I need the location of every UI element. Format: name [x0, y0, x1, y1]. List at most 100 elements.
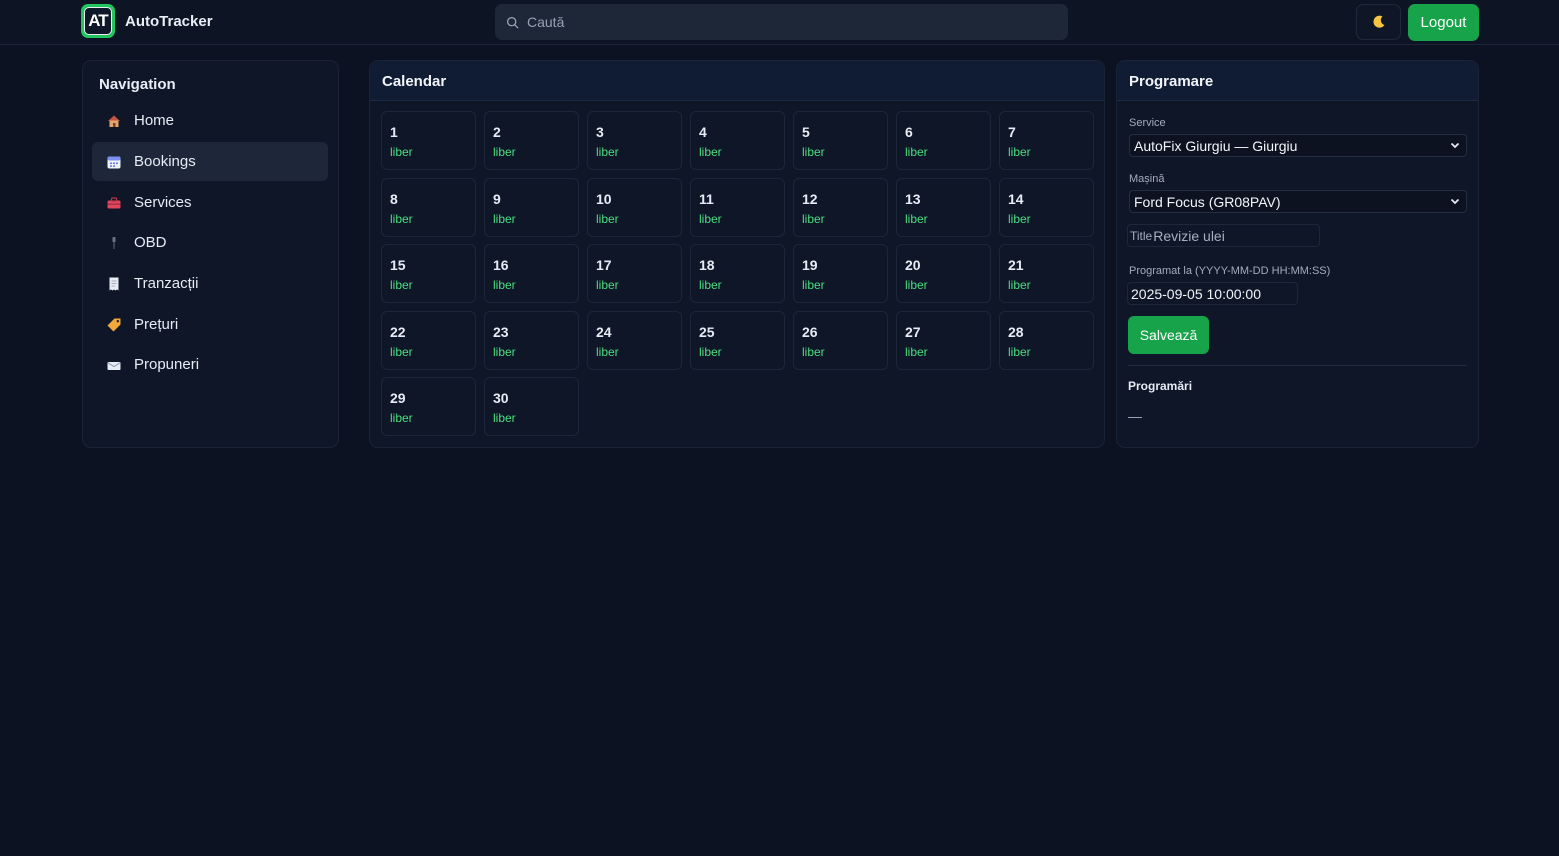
- car-select[interactable]: Ford Focus (GR08PAV): [1129, 190, 1467, 213]
- day-status: liber: [390, 145, 413, 159]
- chevron-down-icon: [1450, 142, 1460, 149]
- day-number: 16: [493, 257, 509, 273]
- day-number: 12: [802, 190, 818, 207]
- nav-label: Propuneri: [134, 356, 200, 373]
- calendar-day[interactable]: 19 liber: [793, 244, 888, 303]
- calendar-day[interactable]: 18 liber: [690, 244, 785, 303]
- calendar-day[interactable]: 20 liber: [896, 244, 991, 303]
- envelope-icon: [106, 357, 122, 373]
- car-label: Mașină: [1129, 173, 1165, 185]
- calendar-day[interactable]: 24 liber: [587, 310, 682, 370]
- booking-form-panel: Programare Service AutoFix Giurgiu — Giu…: [1116, 60, 1479, 448]
- calendar-day[interactable]: 10 liber: [587, 177, 682, 237]
- calendar-day[interactable]: 15 liber: [381, 244, 476, 303]
- top-bar: AT AutoTracker Logout: [0, 0, 1559, 45]
- divider: [1128, 365, 1467, 366]
- nav-item-propuneri[interactable]: Propuneri: [92, 345, 328, 384]
- nav-item-preturi[interactable]: Prețuri: [92, 305, 328, 344]
- nav-item-tranzactii[interactable]: Tranzacții: [92, 264, 328, 303]
- calendar-day[interactable]: 21 liber: [999, 244, 1094, 303]
- save-button[interactable]: Salvează: [1128, 316, 1209, 354]
- calendar-day[interactable]: 26 liber: [793, 310, 888, 370]
- theme-toggle-button[interactable]: [1356, 4, 1401, 40]
- calendar-day[interactable]: 5 liber: [793, 111, 888, 170]
- day-status: liber: [699, 278, 722, 292]
- calendar-panel: Calendar 1 liber 2 liber 3 liber 4 liber 5 liber 6…: [369, 60, 1105, 448]
- calendar-day[interactable]: 9 liber: [484, 177, 579, 237]
- day-status: liber: [905, 344, 928, 359]
- app-name: AutoTracker: [125, 12, 213, 30]
- day-number: 17: [596, 257, 612, 273]
- service-label: Service: [1129, 117, 1166, 129]
- brand[interactable]: AT AutoTracker: [81, 4, 213, 38]
- calendar-day[interactable]: 4 liber: [690, 111, 785, 170]
- calendar-day[interactable]: 27 liber: [896, 310, 991, 370]
- search-icon: [506, 16, 519, 28]
- calendar-day[interactable]: 1 liber: [381, 111, 476, 170]
- nav-label: Tranzacții: [134, 275, 199, 292]
- day-number: 20: [905, 257, 921, 273]
- moon-icon: [1372, 15, 1384, 28]
- day-number: 4: [699, 124, 707, 140]
- booking-form-title: Programare: [1129, 73, 1214, 90]
- nav-item-bookings[interactable]: Bookings: [92, 142, 328, 181]
- day-number: 25: [699, 323, 715, 340]
- calendar-day[interactable]: 6 liber: [896, 111, 991, 170]
- service-select[interactable]: AutoFix Giurgiu — Giurgiu: [1129, 134, 1467, 157]
- title-label: Title: [1130, 228, 1153, 243]
- calendar-day[interactable]: 12 liber: [793, 177, 888, 237]
- date-input[interactable]: 2025-09-05 10:00:00: [1127, 282, 1298, 305]
- nav-label: Prețuri: [134, 316, 179, 333]
- day-number: 8: [390, 190, 398, 207]
- day-number: 19: [802, 257, 818, 273]
- calendar-day[interactable]: 8 liber: [381, 177, 476, 237]
- calendar-day[interactable]: 17 liber: [587, 244, 682, 303]
- day-status: liber: [699, 211, 722, 226]
- search-box[interactable]: [495, 4, 1068, 40]
- calendar-day[interactable]: 22 liber: [381, 310, 476, 370]
- day-status: liber: [905, 211, 928, 226]
- title-input[interactable]: Revizie ulei: [1153, 228, 1225, 244]
- day-status: liber: [802, 278, 825, 292]
- calendar-day[interactable]: 16 liber: [484, 244, 579, 303]
- day-status: liber: [493, 211, 516, 226]
- day-status: liber: [802, 145, 825, 159]
- calendar-day[interactable]: 7 liber: [999, 111, 1094, 170]
- day-status: liber: [1008, 145, 1031, 159]
- calendar-day[interactable]: 3 liber: [587, 111, 682, 170]
- calendar-day[interactable]: 11 liber: [690, 177, 785, 237]
- date-label: Programat la (YYYY-MM-DD HH:MM:SS): [1129, 265, 1331, 277]
- day-number: 22: [390, 323, 406, 340]
- day-status: liber: [596, 344, 619, 359]
- plug-icon: [106, 235, 122, 251]
- app-logo: AT: [81, 4, 115, 38]
- nav-item-home[interactable]: Home: [92, 101, 328, 140]
- calendar-header: Calendar: [370, 61, 1104, 101]
- day-status: liber: [802, 344, 825, 359]
- day-status: liber: [699, 344, 722, 359]
- search-input[interactable]: [527, 14, 1047, 30]
- car-select-value: Ford Focus (GR08PAV): [1134, 193, 1281, 210]
- logout-button[interactable]: Logout: [1408, 4, 1479, 41]
- calendar-day[interactable]: 14 liber: [999, 177, 1094, 237]
- day-status: liber: [390, 344, 413, 359]
- day-number: 3: [596, 124, 604, 140]
- calendar-day[interactable]: 2 liber: [484, 111, 579, 170]
- calendar-day[interactable]: 29 liber: [381, 377, 476, 436]
- logo-text: AT: [84, 7, 112, 35]
- nav-label: Home: [134, 112, 175, 129]
- nav-item-obd[interactable]: OBD: [92, 223, 328, 262]
- day-status: liber: [493, 145, 516, 159]
- calendar-day[interactable]: 23 liber: [484, 310, 579, 370]
- day-status: liber: [390, 278, 413, 292]
- chevron-down-icon: [1450, 198, 1460, 205]
- calendar-day[interactable]: 28 liber: [999, 310, 1094, 370]
- calendar-day[interactable]: 13 liber: [896, 177, 991, 237]
- calendar-day[interactable]: 30 liber: [484, 377, 579, 436]
- calendar-day[interactable]: 25 liber: [690, 310, 785, 370]
- title-field[interactable]: Title Revizie ulei: [1127, 224, 1320, 247]
- nav-item-services[interactable]: Services: [92, 183, 328, 222]
- service-select-value: AutoFix Giurgiu — Giurgiu: [1134, 137, 1298, 154]
- day-number: 30: [493, 390, 509, 406]
- day-status: liber: [493, 278, 516, 292]
